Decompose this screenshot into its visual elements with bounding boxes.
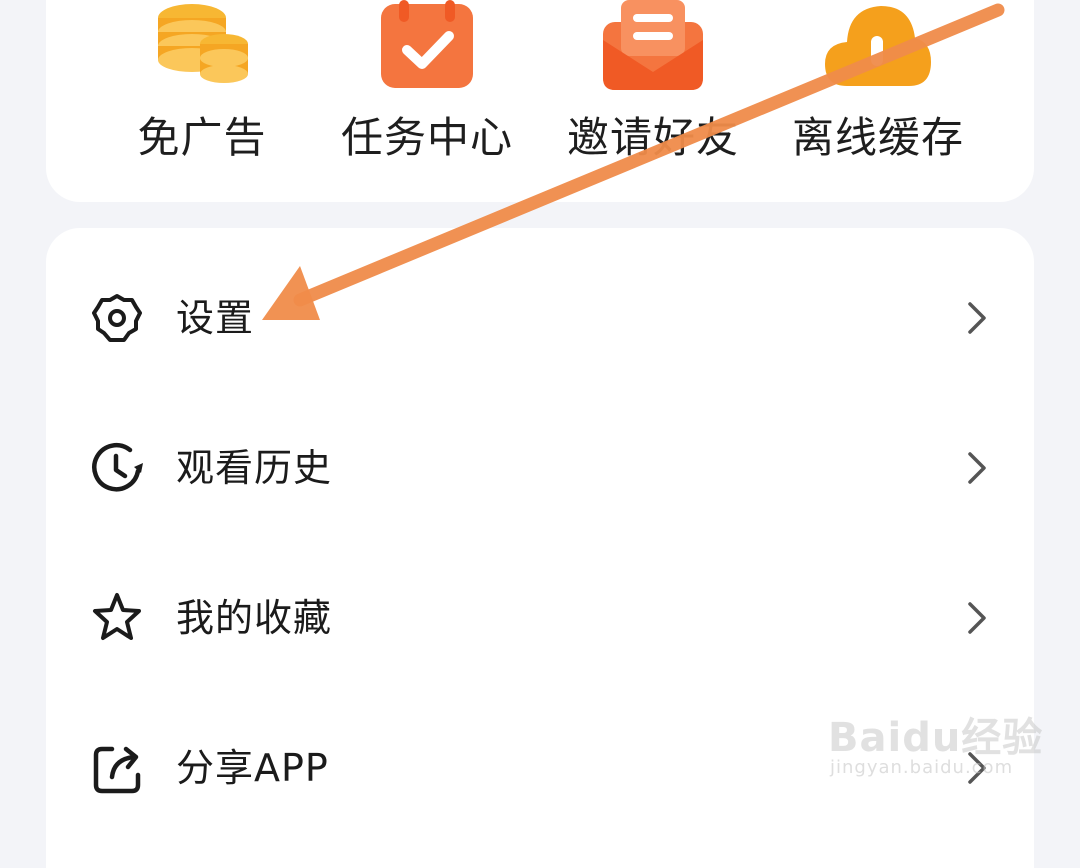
- calendar-check-icon: [377, 0, 477, 96]
- watermark-text: Baidu经验: [828, 715, 1044, 761]
- chevron-right-icon: [966, 600, 988, 636]
- chevron-right-icon: [966, 450, 988, 486]
- coins-icon: [152, 0, 252, 94]
- menu-item-label: 观看历史: [176, 446, 333, 490]
- quick-action-offline-cache[interactable]: 离线缓存: [763, 0, 993, 200]
- menu-item-watch-history[interactable]: 观看历史: [46, 393, 1034, 543]
- quick-action-label: 邀请好友: [566, 113, 739, 162]
- quick-action-ad-free[interactable]: 免广告: [87, 0, 317, 200]
- cloud-download-icon: [823, 0, 933, 96]
- menu-item-label: 设置: [176, 296, 255, 340]
- chevron-right-icon: [966, 300, 988, 336]
- envelope-icon: [601, 0, 705, 96]
- quick-action-label: 离线缓存: [791, 113, 964, 162]
- menu-item-settings[interactable]: 设置: [46, 243, 1034, 393]
- star-icon: [90, 591, 144, 645]
- menu-item-label: 分享APP: [176, 746, 329, 790]
- quick-action-label: 任务中心: [340, 113, 513, 162]
- quick-action-label: 免广告: [137, 113, 267, 162]
- quick-action-task-center[interactable]: 任务中心: [312, 0, 542, 200]
- history-clock-icon: [90, 441, 144, 495]
- share-icon: [90, 741, 144, 795]
- menu-item-label: 我的收藏: [176, 596, 333, 640]
- menu-item-favorites[interactable]: 我的收藏: [46, 543, 1034, 693]
- quick-action-invite-friends[interactable]: 邀请好友: [538, 0, 768, 200]
- baidu-watermark: Baidu经验 jingyan.baidu.com: [828, 695, 1042, 790]
- gear-icon: [90, 291, 144, 345]
- watermark-url: jingyan.baidu.com: [830, 757, 1014, 778]
